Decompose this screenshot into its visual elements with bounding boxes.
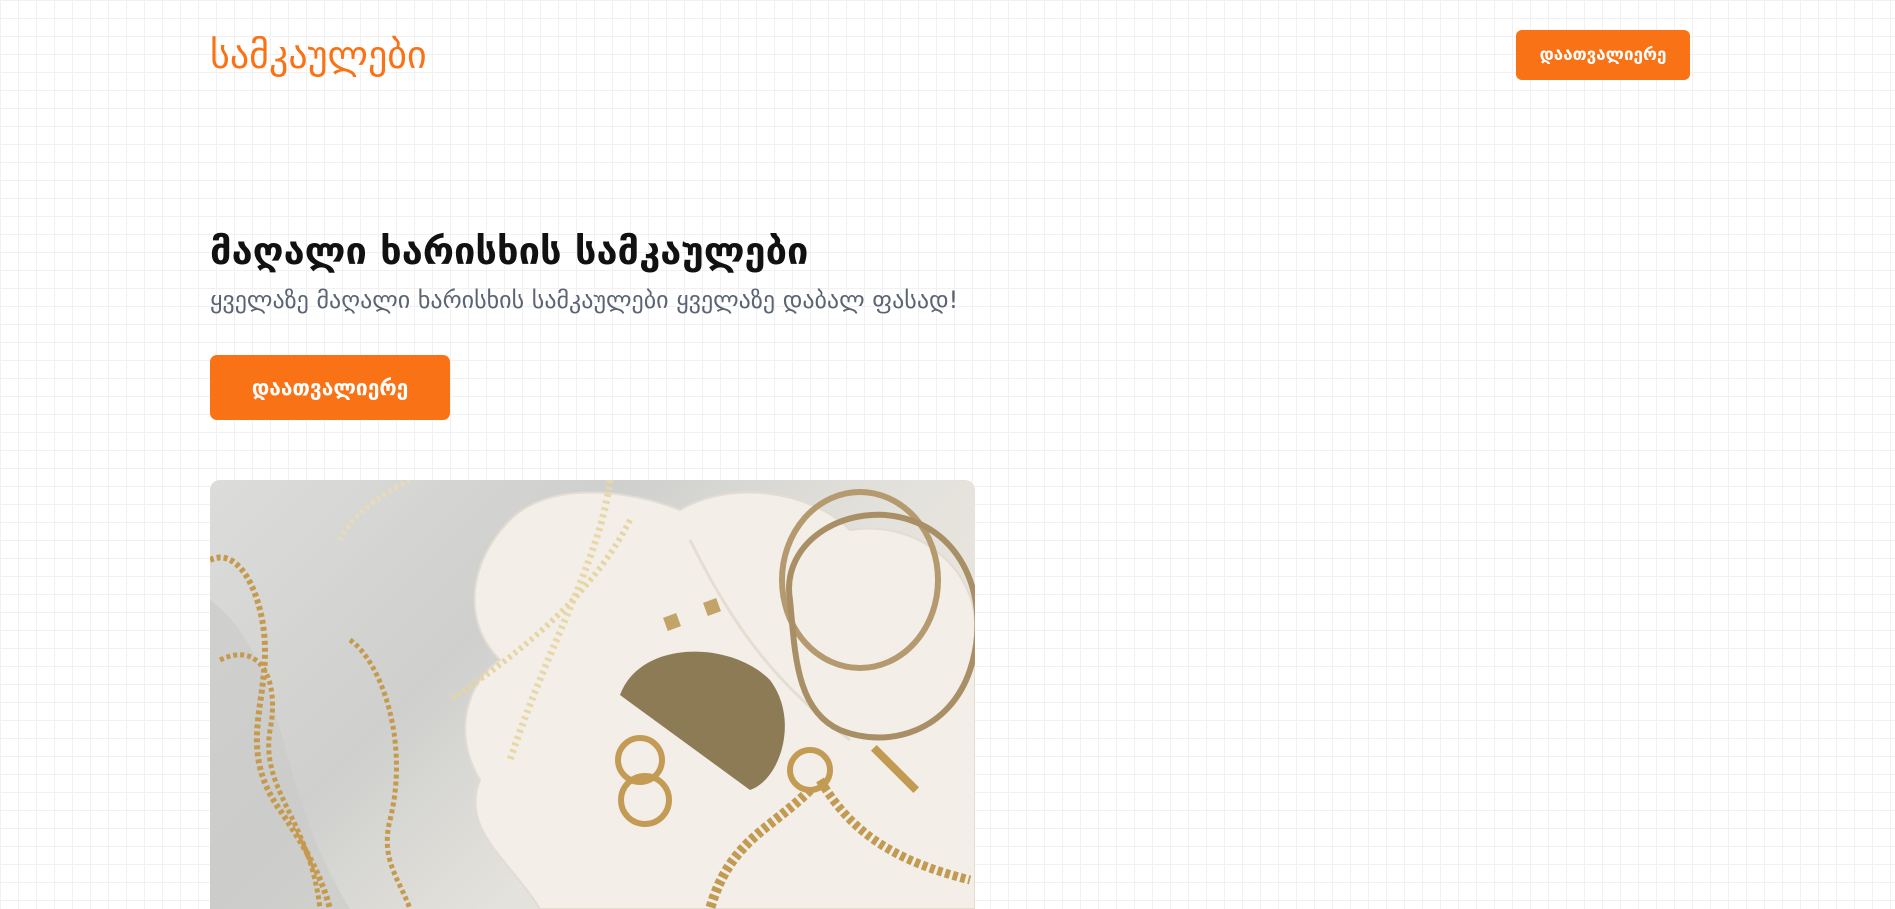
browse-nav-button[interactable]: დაათვალიერე — [1516, 30, 1690, 80]
hero-subtitle: ყველაზე მაღალი ხარისხის სამკაულები ყველა… — [210, 286, 959, 314]
logo[interactable]: სამკაულები — [210, 30, 427, 80]
jewelry-photo — [210, 480, 975, 909]
hero-title: მაღალი ხარისხის სამკაულები — [210, 229, 809, 273]
jewelry-illustration — [210, 480, 975, 909]
browse-cta-button[interactable]: დაათვალიერე — [210, 355, 450, 420]
